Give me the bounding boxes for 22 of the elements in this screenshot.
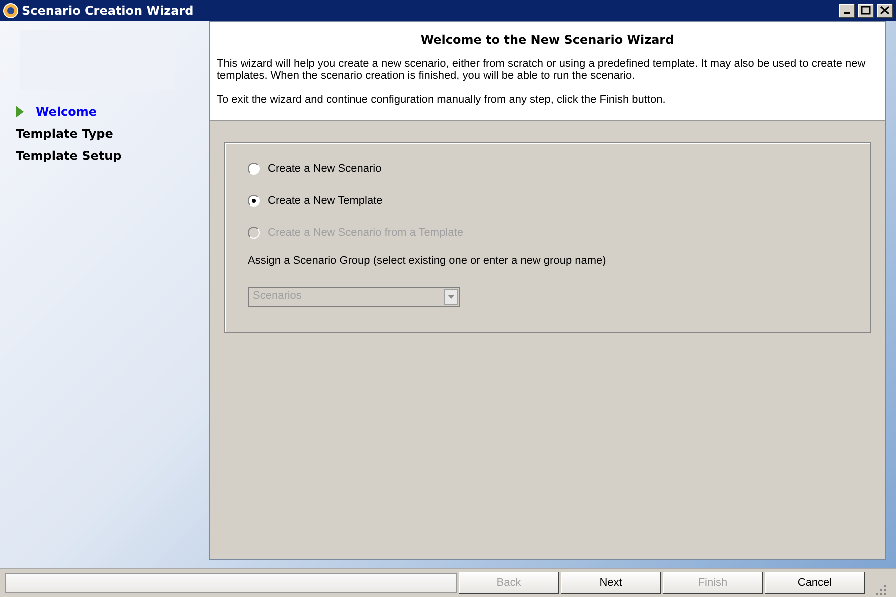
app-logo-icon — [3, 2, 19, 18]
close-button[interactable] — [877, 4, 893, 18]
minimize-button[interactable] — [839, 4, 855, 18]
maximize-icon — [861, 6, 871, 15]
wizard-button[interactable]: Next — [561, 572, 661, 594]
window-title: Scenario Creation Wizard — [22, 2, 194, 20]
radio-button[interactable] — [248, 195, 260, 207]
step-item: Template Type — [16, 126, 114, 143]
radio-button[interactable] — [248, 163, 260, 175]
maximize-button[interactable] — [858, 4, 874, 18]
resize-grip-icon — [875, 583, 887, 595]
wizard-button[interactable]: Cancel — [765, 572, 865, 594]
header-title: Welcome to the New Scenario Wizard — [420, 32, 676, 49]
dropdown-arrow-icon — [448, 294, 454, 298]
group-label: Assign a Scenario Group (select existing one or enter a new group name) — [248, 254, 608, 269]
step-item: Welcome — [36, 104, 98, 121]
description-text: This wizard will help you create a new scenario, either from scratch or using a predefined template. It may also be used to create new templates. When the scenario creation is finished, you will be able to run the scenario. — [217, 58, 867, 82]
radio-option[interactable]: Create a New Template — [248, 192, 870, 210]
description-text: To exit the wizard and continue configuration manually from any step, click the Finish button. — [217, 94, 667, 106]
step-item: Template Setup — [16, 148, 122, 165]
radio-option[interactable]: Create a New Scenario — [248, 160, 870, 178]
close-icon — [880, 6, 890, 15]
